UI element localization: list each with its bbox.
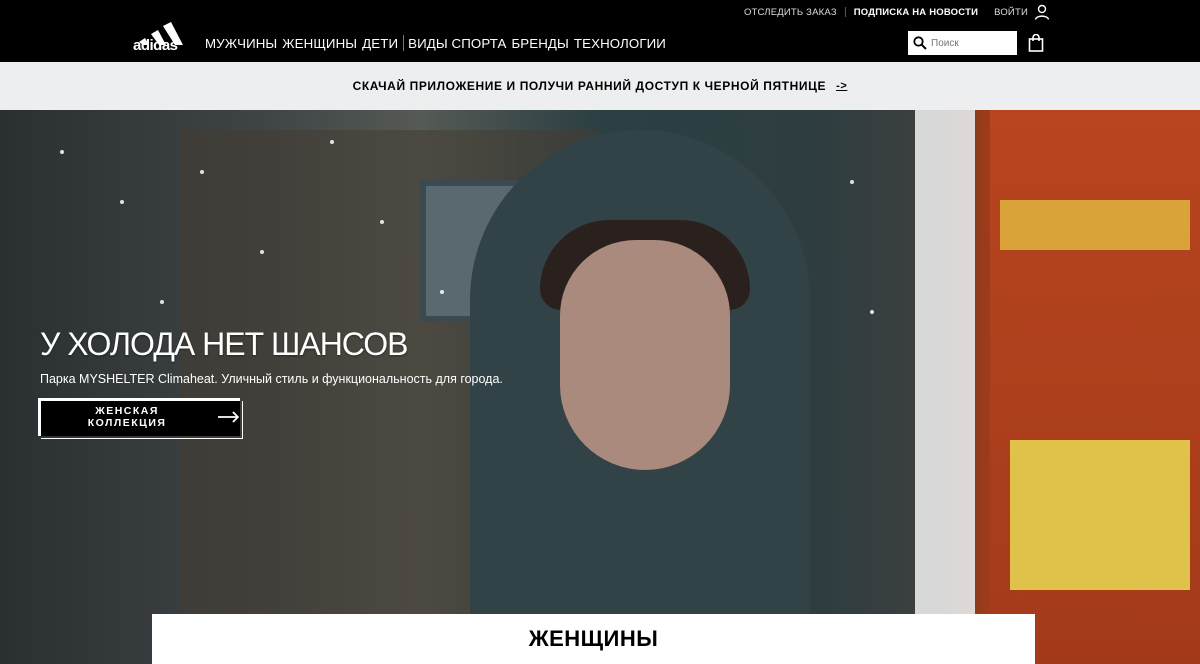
hero-background-pole: [915, 110, 975, 664]
track-order-link[interactable]: ОТСЛЕДИТЬ ЗАКАЗ: [744, 7, 837, 18]
newsletter-link[interactable]: ПОДПИСКА НА НОВОСТИ: [854, 7, 978, 18]
shopping-bag-icon[interactable]: [1028, 34, 1044, 52]
snowflake: [850, 180, 854, 184]
cta-label: ЖЕНСКАЯ КОЛЛЕКЦИЯ: [87, 405, 167, 429]
hero-subtitle: Парка MYSHELTER Climaheat. Уличный стиль…: [40, 372, 503, 386]
snowflake: [260, 250, 264, 254]
hero-background-shelf: [990, 110, 1200, 664]
womens-collection-button[interactable]: ЖЕНСКАЯ КОЛЛЕКЦИЯ: [38, 398, 243, 439]
search-input[interactable]: [927, 37, 1011, 49]
section-title: ЖЕНЩИНЫ: [528, 626, 659, 651]
search-box[interactable]: [908, 31, 1017, 55]
shelf-snacks: [1000, 200, 1190, 250]
snowflake: [870, 310, 874, 314]
search-icon[interactable]: [913, 36, 927, 50]
nav-brands[interactable]: БРЕНДЫ: [511, 36, 568, 51]
nav-kids[interactable]: ДЕТИ: [362, 36, 398, 51]
snowflake: [200, 170, 204, 174]
arrow-right-icon: [218, 411, 240, 423]
promo-banner[interactable]: СКАЧАЙ ПРИЛОЖЕНИЕ И ПОЛУЧИ РАННИЙ ДОСТУП…: [0, 62, 1200, 110]
main-header: adidas МУЖЧИНЫ ЖЕНЩИНЫ ДЕТИ ВИДЫ СПОРТА …: [0, 22, 1200, 62]
nav-technologies[interactable]: ТЕХНОЛОГИИ: [574, 36, 666, 51]
snowflake: [120, 200, 124, 204]
login-link[interactable]: ВОЙТИ: [994, 7, 1028, 18]
utility-links: ОТСЛЕДИТЬ ЗАКАЗ ПОДПИСКА НА НОВОСТИ ВОЙТ…: [744, 0, 1050, 24]
snowflake: [440, 290, 444, 294]
snowflake: [380, 220, 384, 224]
hero-title: У ХОЛОДА НЕТ ШАНСОВ: [40, 326, 408, 362]
women-section-header: ЖЕНЩИНЫ: [152, 614, 1035, 664]
snowflake: [330, 140, 334, 144]
snowflake: [160, 300, 164, 304]
user-icon[interactable]: [1034, 4, 1050, 20]
nav-divider: [403, 35, 405, 51]
hero-banner[interactable]: У ХОЛОДА НЕТ ШАНСОВ Парка MYSHELTER Clim…: [0, 110, 1200, 664]
nav-women[interactable]: ЖЕНЩИНЫ: [282, 36, 357, 51]
promo-text[interactable]: СКАЧАЙ ПРИЛОЖЕНИЕ И ПОЛУЧИ РАННИЙ ДОСТУП…: [353, 79, 826, 93]
utility-divider: [844, 7, 846, 17]
snowflake: [60, 150, 64, 154]
main-nav: МУЖЧИНЫ ЖЕНЩИНЫ ДЕТИ ВИДЫ СПОРТА БРЕНДЫ …: [205, 24, 671, 62]
shelf-cans: [1010, 440, 1190, 590]
hero-model-face: [560, 240, 730, 470]
nav-men[interactable]: МУЖЧИНЫ: [205, 36, 277, 51]
nav-sports[interactable]: ВИДЫ СПОРТА: [408, 36, 506, 51]
logo-wordmark[interactable]: adidas: [133, 37, 178, 54]
promo-arrow[interactable]: ->: [836, 80, 847, 92]
